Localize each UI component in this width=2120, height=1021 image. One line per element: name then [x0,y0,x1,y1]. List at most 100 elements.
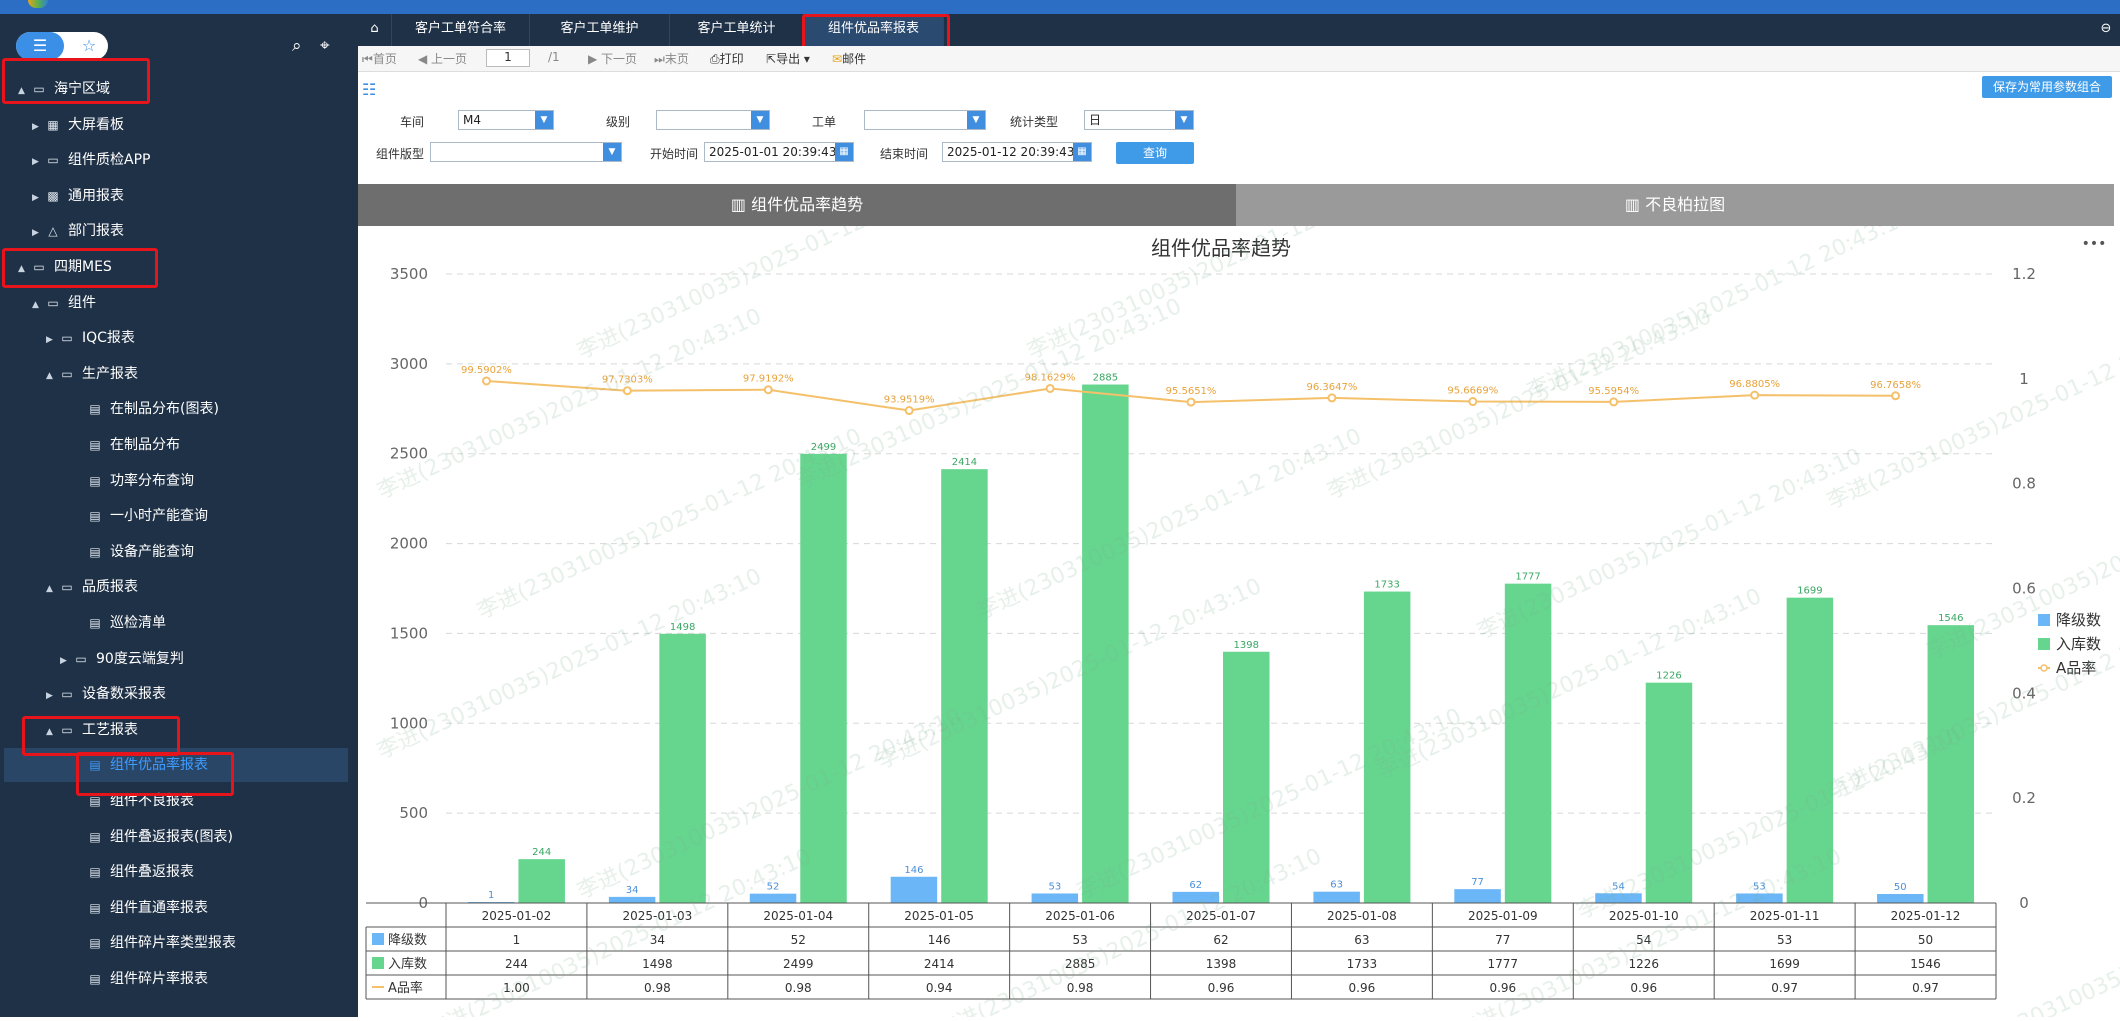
sidebar-item[interactable]: ▤ 设备产能查询 [74,535,330,569]
tab-pareto[interactable]: ▥ 不良柏拉图 [1236,184,2114,226]
bar-label: 2499 [811,442,836,453]
line-point [1891,391,1901,401]
table-cell: 2414 [924,957,955,971]
print-button[interactable]: ⎙打印 [710,50,744,67]
tab-menu-icon[interactable]: ⊖ [2092,14,2120,46]
search-icon[interactable]: ⌕ [292,32,302,60]
stat-type-select[interactable]: 日 ▼ [1084,110,1194,130]
sidebar-item[interactable]: ▲ ▭ 组件 [32,286,330,320]
sidebar-item[interactable]: ▤ 巡检清单 [74,606,330,640]
tab-customer-order-maintain[interactable]: 客户工单维护 [530,14,670,46]
comp-type-label: 组件版型 [376,147,425,161]
expand-arrow-icon[interactable]: ▲ [46,359,58,393]
line-point [622,386,632,396]
bar-chart-icon: ▥ [1624,195,1646,214]
sidebar-item[interactable]: ▶ ▦ 大屏看板 [32,108,330,142]
collapse-arrow-icon[interactable]: ▶ [46,679,58,713]
first-page-button[interactable]: ⏮首页 [362,50,397,67]
table-cell: 0.94 [926,981,953,995]
order-label: 工单 [812,115,837,129]
bar-label: 1699 [1797,586,1822,597]
favorite-star-icon[interactable]: ☆ [74,32,104,60]
start-time-label: 开始时间 [650,147,699,161]
x-tick-label: 2025-01-05 [904,909,974,923]
filter-toggle-icon[interactable]: ☷ [362,80,376,99]
line-label: 96.7658% [1870,380,1921,391]
sidebar-item[interactable]: ▲ ▭ 品质报表 [46,570,330,604]
company-logo [28,0,48,8]
collapse-arrow-icon[interactable]: ▶ [32,216,44,250]
bar-label: 146 [904,865,923,876]
next-page-button[interactable]: ▶ 下一页 [588,50,637,67]
sidebar-item[interactable]: ▶ ▭ 90度云端复判 [60,642,330,676]
page-number-input[interactable]: 1 [486,49,530,67]
sidebar-item-label: 一小时产能查询 [110,508,208,525]
bar-label: 1 [488,890,494,901]
line-point [481,376,491,386]
workshop-select[interactable]: M4 ▼ [458,110,554,130]
collapse-arrow-icon[interactable]: ▶ [60,644,72,678]
sidebar-item-label: 在制品分布(图表) [110,401,219,418]
folder-icon: ▭ [61,687,73,702]
sidebar-item[interactable]: ▤ 组件叠返报表(图表) [74,820,330,854]
collapse-arrow-icon[interactable]: ▶ [46,323,58,357]
bar-label: 54 [1612,881,1625,892]
export-button[interactable]: ⇱导出 ▾ [766,50,810,67]
collapse-arrow-icon[interactable]: ▶ [32,181,44,215]
sidebar-item[interactable]: ▤ 在制品分布 [74,428,330,462]
table-cell: 2499 [783,957,814,971]
line-point [904,406,914,416]
y2-tick-label: 0.8 [2012,475,2036,493]
sidebar-item[interactable]: ▤ 在制品分布(图表) [74,392,330,426]
order-select[interactable]: ▼ [864,110,986,130]
calendar-icon[interactable]: ▦ [835,143,853,161]
y2-tick-label: 1 [2019,370,2029,388]
tab-customer-order-stats[interactable]: 客户工单统计 [670,14,804,46]
tab-yield-trend[interactable]: ▥ 组件优品率趋势 [358,184,1236,226]
prev-page-button[interactable]: ◀ 上一页 [418,50,467,67]
last-page-button[interactable]: ⏭末页 [654,50,689,67]
sidebar-item-label: 组件碎片率报表 [110,971,208,987]
sidebar-item-label: 90度云端复判 [96,650,184,667]
sidebar: ☰ ☆ ⌕ ⌖ ▲ ▭ 海宁区域 ▶ ▦ 大屏看板 ▶ ▭ 组件质检APP ▶ ▩ 通用报表 ▶ △ 部门报… [0,14,358,1017]
sidebar-item[interactable]: ▶ ▭ IQC报表 [46,321,330,355]
table-row-header: A品率 [388,980,423,996]
save-params-button[interactable]: 保存为常用参数组合 [1982,76,2112,98]
sidebar-item[interactable]: ▤ 组件碎片率类型报表 [74,926,330,960]
bar-stock [800,453,847,903]
line-point [1468,397,1478,407]
collapse-arrow-icon[interactable]: ▶ [32,110,44,144]
sidebar-item[interactable]: ▶ ▭ 设备数采报表 [46,677,330,711]
sidebar-item-label: 组件碎片率类型报表 [110,935,236,952]
tab-customer-order-rate[interactable]: 客户工单符合率 [392,14,530,46]
grade-select[interactable]: ▼ [656,110,770,130]
start-time-input[interactable]: 2025-01-01 20:39:43 ▦ [704,142,854,162]
calendar-icon[interactable]: ▦ [1073,143,1091,161]
sidebar-item[interactable]: ▶ △ 部门报表 [32,214,330,248]
sidebar-item[interactable]: ▤ 组件直通率报表 [74,891,330,925]
line-label: 96.3647% [1306,382,1357,393]
y-tick-label: 3500 [390,265,428,283]
list-view-icon[interactable]: ☰ [16,32,64,60]
email-button[interactable]: ✉邮件 [832,50,866,67]
sidebar-item-label: 组件直通率报表 [110,899,208,916]
comp-type-select[interactable]: ▼ [430,142,622,162]
line-label: 93.9519% [884,395,935,406]
pin-icon[interactable]: ⌖ [320,32,330,60]
report-icon: ▤ [89,544,101,559]
sidebar-item[interactable]: ▤ 一小时产能查询 [74,499,330,533]
expand-arrow-icon[interactable]: ▲ [32,288,44,322]
sidebar-item[interactable]: ▶ ▩ 通用报表 [32,179,330,213]
sidebar-item[interactable]: ▤ 功率分布查询 [74,464,330,498]
expand-arrow-icon[interactable]: ▲ [46,572,58,606]
sidebar-item-label: 品质报表 [82,579,138,596]
end-time-input[interactable]: 2025-01-12 20:39:43 ▦ [942,142,1092,162]
sidebar-item[interactable]: ▶ ▭ 组件质检APP [32,143,330,177]
home-icon[interactable]: ⌂ [358,14,392,46]
bar-downgrade [1877,894,1924,903]
sidebar-item[interactable]: ▤ 组件叠返报表 [74,855,330,889]
collapse-arrow-icon[interactable]: ▶ [32,145,44,179]
query-button[interactable]: 查询 [1116,142,1194,164]
sidebar-item[interactable]: ▤ 组件碎片率报表 [74,962,330,996]
sidebar-item[interactable]: ▲ ▭ 生产报表 [46,357,330,391]
